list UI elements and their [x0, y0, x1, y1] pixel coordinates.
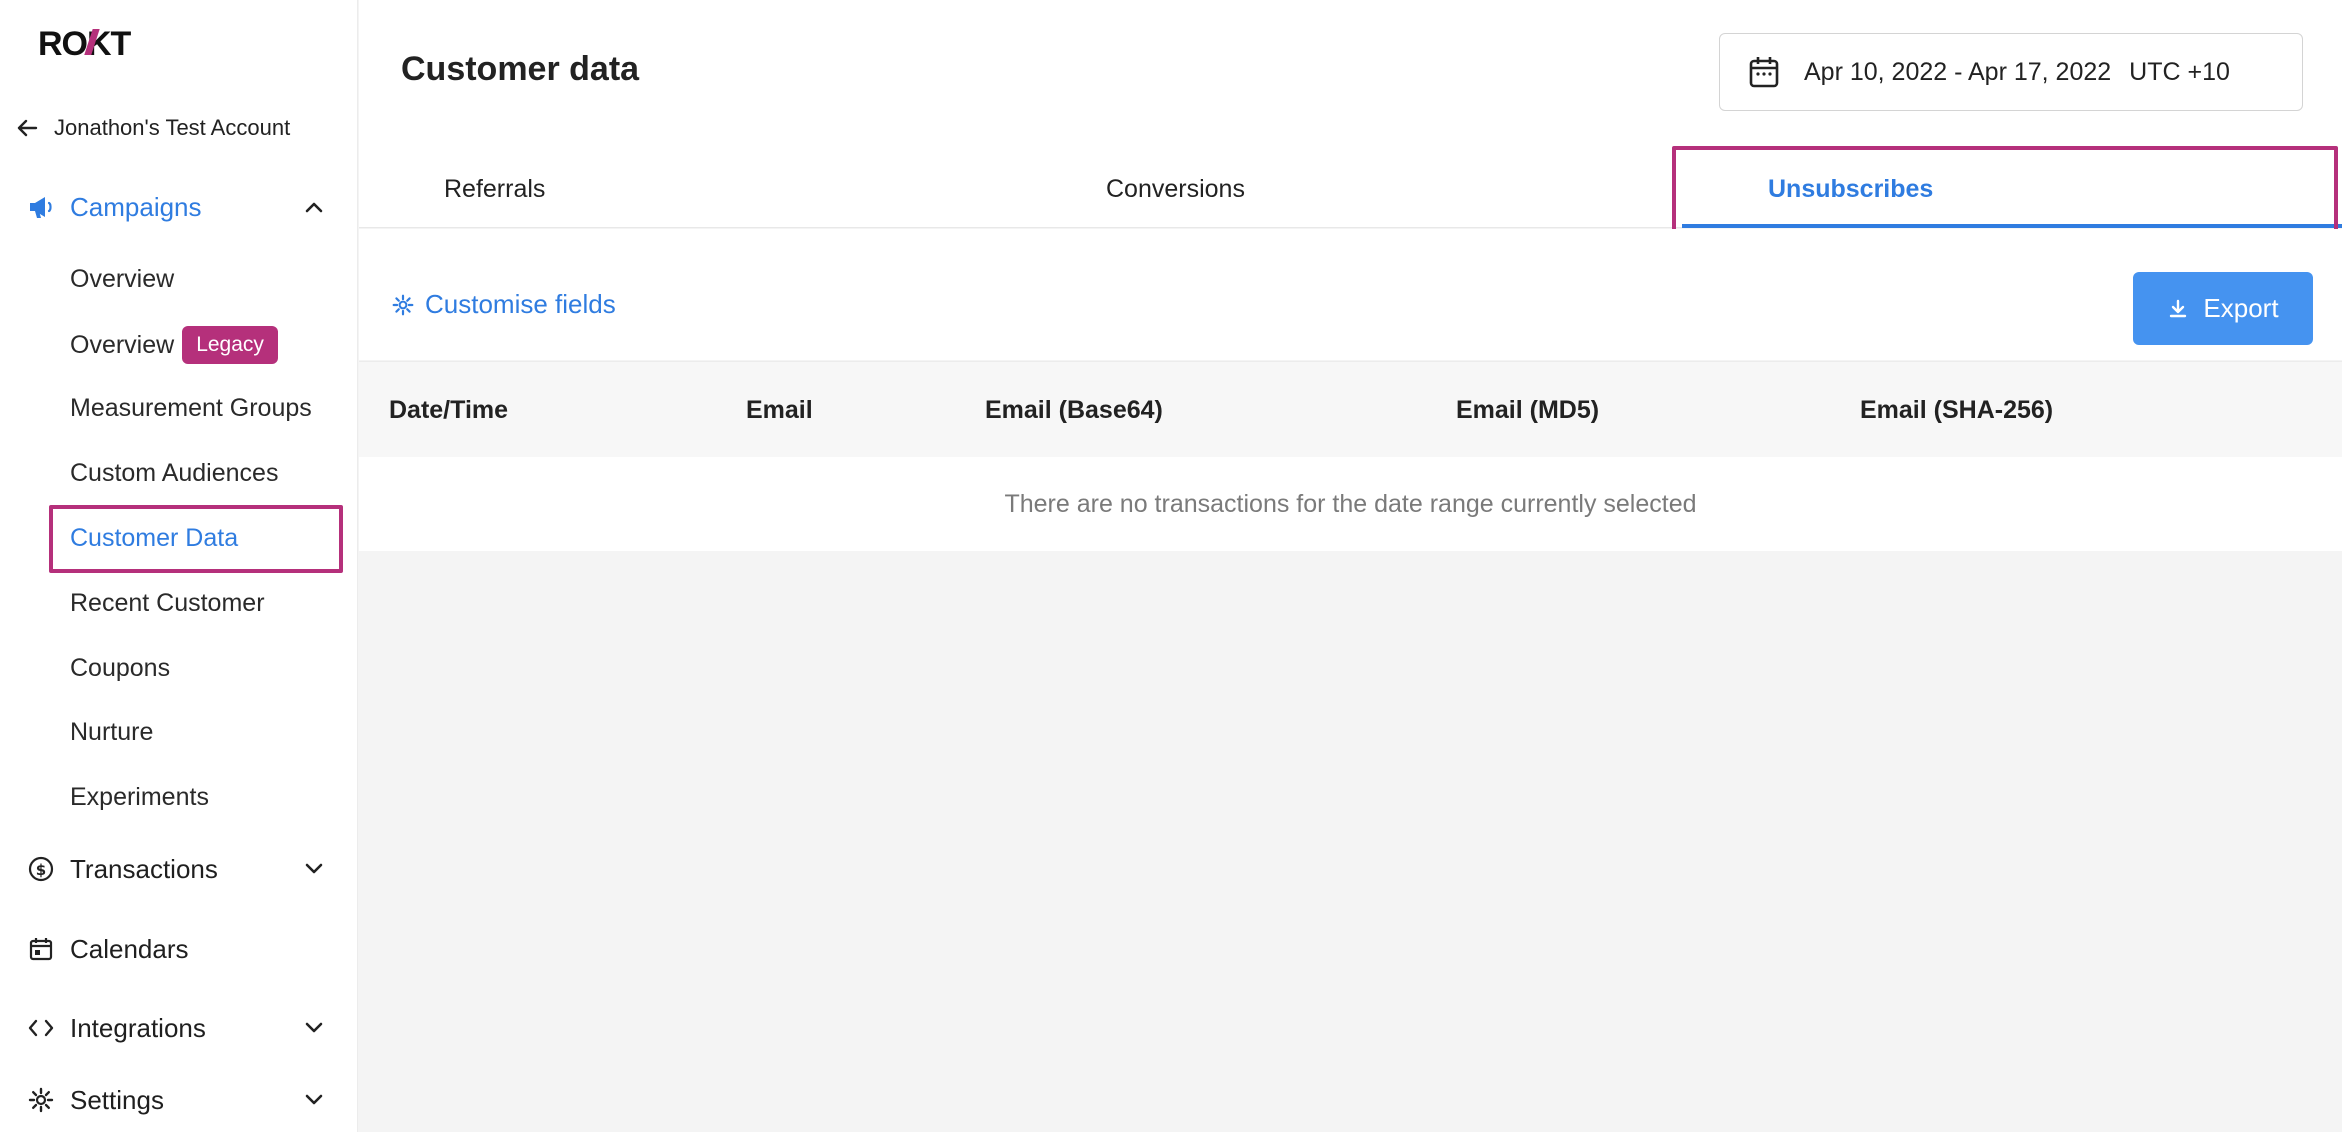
- chevron-up-icon[interactable]: [302, 195, 326, 219]
- sidebar-item-nurture[interactable]: Nurture: [70, 710, 153, 754]
- tab-label: Conversions: [1106, 174, 1245, 203]
- sidebar: ROKT Jonathon's Test Account Campaigns O…: [0, 0, 358, 1132]
- chevron-down-icon[interactable]: [302, 857, 326, 881]
- sidebar-item-label: Overview: [70, 330, 175, 359]
- sidebar-item-label: Nurture: [70, 717, 154, 746]
- unsubscribes-tab-highlight: [1672, 146, 2338, 238]
- column-header-email[interactable]: Email: [746, 362, 813, 458]
- nav-group-label: Settings: [70, 1084, 164, 1115]
- sidebar-item-label: Experiments: [70, 782, 209, 811]
- page-header: Customer data Apr 10, 2022 - Apr 17, 202…: [359, 0, 2342, 238]
- nav-group-label: Transactions: [70, 853, 218, 884]
- calendar-icon: [26, 934, 56, 964]
- date-range-picker[interactable]: Apr 10, 2022 - Apr 17, 2022 UTC +10: [1719, 33, 2303, 111]
- nav-group-label: Calendars: [70, 933, 189, 964]
- sidebar-item-recent-customer[interactable]: Recent Customer: [70, 581, 265, 625]
- download-icon: [2167, 298, 2189, 320]
- sidebar-item-label: Recent Customer: [70, 588, 265, 617]
- logo-mark: ROKT: [38, 25, 133, 59]
- nav-group-campaigns[interactable]: Campaigns: [0, 179, 358, 235]
- tab-conversions[interactable]: Conversions: [1106, 150, 1245, 228]
- column-header-email-base64[interactable]: Email (Base64): [985, 362, 1163, 458]
- timezone-text: UTC +10: [2129, 57, 2230, 86]
- nav-group-calendars[interactable]: Calendars: [0, 921, 358, 977]
- nav-group-label: Integrations: [70, 1012, 206, 1043]
- column-header-email-sha256[interactable]: Email (SHA-256): [1860, 362, 2053, 458]
- date-range-text: Apr 10, 2022 - Apr 17, 2022: [1804, 57, 2112, 86]
- empty-table-message: There are no transactions for the date r…: [359, 457, 2342, 551]
- nav-group-transactions[interactable]: $ Transactions: [0, 841, 358, 897]
- table-toolbar: Customise fields Export: [359, 229, 2342, 360]
- nav-group-label: Campaigns: [70, 191, 202, 222]
- gear-icon: [26, 1085, 56, 1115]
- table-header-row: Date/Time Email Email (Base64) Email (MD…: [359, 361, 2342, 457]
- sidebar-item-label: Overview: [70, 264, 175, 293]
- column-header-datetime[interactable]: Date/Time: [389, 362, 508, 458]
- dollar-circle-icon: $: [26, 854, 56, 884]
- customise-fields-link[interactable]: Customise fields: [391, 289, 616, 320]
- customer-data-highlight: [49, 505, 343, 573]
- account-switcher[interactable]: Jonathon's Test Account: [16, 108, 290, 148]
- code-icon: [26, 1013, 56, 1043]
- account-name: Jonathon's Test Account: [54, 115, 291, 140]
- chevron-down-icon[interactable]: [302, 1088, 326, 1112]
- export-label: Export: [2203, 293, 2279, 323]
- sidebar-item-custom-audiences[interactable]: Custom Audiences: [70, 451, 278, 495]
- column-header-email-md5[interactable]: Email (MD5): [1456, 362, 1599, 458]
- main-content: Customer data Apr 10, 2022 - Apr 17, 202…: [359, 0, 2342, 1132]
- chevron-down-icon[interactable]: [302, 1016, 326, 1040]
- tab-label: Referrals: [444, 174, 546, 203]
- sidebar-item-experiments[interactable]: Experiments: [70, 775, 209, 819]
- export-button[interactable]: Export: [2133, 272, 2313, 345]
- legacy-badge: Legacy: [182, 326, 278, 364]
- sidebar-item-label: Coupons: [70, 653, 171, 682]
- page-title: Customer data: [401, 50, 640, 88]
- sidebar-item-label: Measurement Groups: [70, 393, 312, 422]
- gear-icon: [391, 293, 415, 317]
- nav-group-settings[interactable]: Settings: [0, 1072, 358, 1128]
- megaphone-icon: [26, 192, 56, 222]
- calendar-icon: [1746, 54, 1782, 90]
- svg-text:$: $: [36, 861, 46, 879]
- rokt-logo[interactable]: ROKT: [38, 22, 146, 62]
- customise-fields-label: Customise fields: [425, 289, 616, 319]
- sidebar-item-overview-legacy[interactable]: Overview Legacy: [70, 323, 278, 367]
- sidebar-item-label: Custom Audiences: [70, 458, 279, 487]
- sidebar-item-measurement-groups[interactable]: Measurement Groups: [70, 386, 312, 430]
- tab-referrals[interactable]: Referrals: [444, 150, 545, 228]
- sidebar-item-overview[interactable]: Overview: [70, 257, 174, 301]
- arrow-left-icon[interactable]: [16, 117, 38, 139]
- sidebar-item-coupons[interactable]: Coupons: [70, 646, 170, 690]
- nav-group-integrations[interactable]: Integrations: [0, 1000, 358, 1056]
